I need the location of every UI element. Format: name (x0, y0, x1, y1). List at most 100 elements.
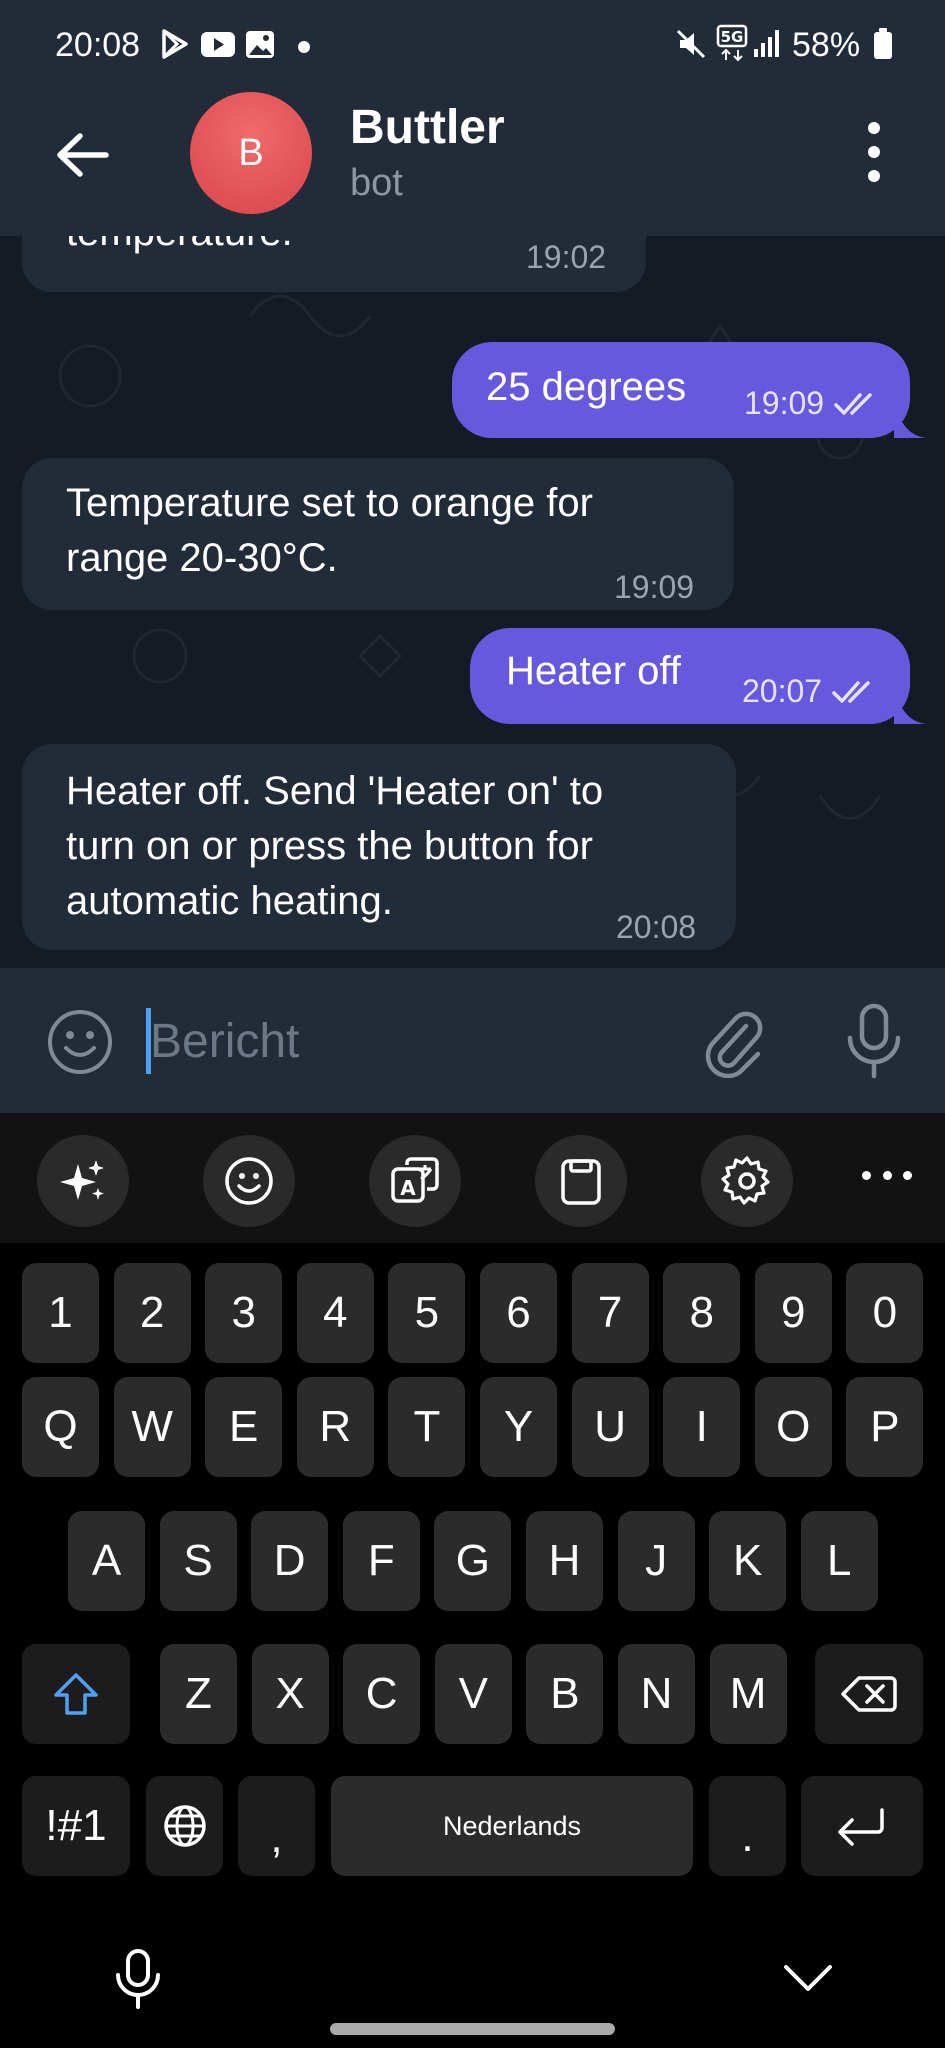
key-w[interactable]: W (113, 1377, 191, 1477)
symbols-key[interactable]: !#1 (22, 1776, 130, 1876)
message-incoming[interactable]: Temperature set to orange for range 20-3… (22, 458, 734, 610)
key-j[interactable]: J (617, 1511, 695, 1611)
key-x[interactable]: X (251, 1644, 329, 1744)
key-z[interactable]: Z (160, 1644, 237, 1744)
enter-key[interactable] (801, 1776, 923, 1876)
emoji-keyboard-button[interactable] (203, 1135, 295, 1227)
key-n[interactable]: N (618, 1644, 695, 1744)
gallery-icon (244, 27, 276, 66)
emoji-icon (225, 1157, 273, 1205)
key-q[interactable]: Q (22, 1377, 99, 1477)
key-1[interactable]: 1 (22, 1263, 99, 1363)
key-0[interactable]: 0 (846, 1263, 924, 1363)
clipboard-button[interactable] (535, 1135, 627, 1227)
keyboard-settings-button[interactable] (701, 1135, 793, 1227)
space-key[interactable]: Nederlands (331, 1776, 693, 1876)
keyboard-toolbar: A (0, 1113, 945, 1243)
clipboard-icon (561, 1159, 601, 1205)
key-b[interactable]: B (526, 1644, 604, 1744)
message-incoming[interactable]: Heater off. Send 'Heater on' to turn on … (22, 744, 736, 950)
key-y[interactable]: Y (480, 1377, 557, 1477)
key-p[interactable]: P (846, 1377, 924, 1477)
shift-key[interactable] (22, 1644, 130, 1744)
language-key[interactable] (146, 1776, 223, 1876)
key-f[interactable]: F (342, 1511, 420, 1611)
message-outgoing[interactable]: Heater off 20:07 (470, 628, 910, 724)
key-l[interactable]: L (800, 1511, 878, 1611)
network-5g-icon: 5G (716, 24, 750, 69)
translate-button[interactable]: A (369, 1135, 461, 1227)
key-5[interactable]: 5 (388, 1263, 466, 1363)
chat-title[interactable]: Buttler (350, 100, 505, 155)
period-key[interactable]: . (709, 1776, 786, 1876)
dot (868, 170, 880, 182)
key-t[interactable]: T (388, 1377, 466, 1477)
dot (868, 146, 880, 158)
youtube-icon (200, 27, 236, 66)
emoji-button[interactable] (44, 1006, 116, 1078)
message-outgoing[interactable]: 25 degrees 19:09 (452, 342, 910, 438)
key-r[interactable]: R (296, 1377, 374, 1477)
chevron-down-icon (784, 1965, 832, 1991)
svg-text:5G: 5G (721, 28, 744, 46)
paperclip-icon (705, 1011, 763, 1078)
key-a[interactable]: A (68, 1511, 145, 1611)
microphone-icon (116, 1949, 160, 2009)
key-u[interactable]: U (571, 1377, 649, 1477)
key-g[interactable]: G (434, 1511, 512, 1611)
key-6[interactable]: 6 (480, 1263, 557, 1363)
top-bar: 20:08 5G 58% B Buttler bot (0, 0, 945, 236)
message-time: 20:08 (616, 909, 697, 945)
key-e[interactable]: E (205, 1377, 283, 1477)
signal-icon (752, 27, 782, 66)
message-meta: 20:07 (742, 664, 882, 719)
more-options-button[interactable] (862, 122, 886, 182)
key-d[interactable]: D (251, 1511, 329, 1611)
message-meta: 19:09 (744, 376, 884, 431)
key-k[interactable]: K (709, 1511, 787, 1611)
chat-header: B Buttler bot (0, 92, 945, 236)
key-9[interactable]: 9 (754, 1263, 832, 1363)
chat-subtitle: bot (350, 162, 403, 204)
avatar[interactable]: B (190, 92, 312, 214)
voice-message-button[interactable] (842, 1002, 906, 1082)
ai-tools-button[interactable] (37, 1135, 129, 1227)
hide-keyboard-button[interactable] (780, 1959, 836, 1999)
message-time: 19:09 (614, 569, 695, 605)
message-time: 20:07 (742, 673, 823, 709)
battery-icon (872, 27, 894, 66)
attach-button[interactable] (700, 1002, 766, 1078)
key-8[interactable]: 8 (663, 1263, 741, 1363)
key-7[interactable]: 7 (571, 1263, 649, 1363)
message-list[interactable]: temperature. 19:02 25 degrees 19:09 Temp… (0, 236, 945, 968)
key-s[interactable]: S (159, 1511, 237, 1611)
bubble-tail (894, 404, 926, 438)
message-input[interactable] (150, 1008, 670, 1074)
message-incoming[interactable]: temperature. 19:02 (22, 236, 646, 292)
key-4[interactable]: 4 (296, 1263, 374, 1363)
key-2[interactable]: 2 (113, 1263, 191, 1363)
comma-label: , (270, 1813, 283, 1862)
comma-key[interactable]: , (238, 1776, 315, 1876)
key-c[interactable]: C (343, 1644, 421, 1744)
settings-icon (721, 1156, 770, 1205)
voice-input-button[interactable] (110, 1947, 166, 2011)
message-text: Heater off (506, 649, 681, 693)
dot (882, 1171, 892, 1180)
key-h[interactable]: H (526, 1511, 603, 1611)
back-button[interactable] (48, 120, 118, 190)
backspace-key[interactable] (815, 1644, 923, 1744)
key-3[interactable]: 3 (205, 1263, 283, 1363)
home-indicator[interactable] (330, 2023, 615, 2035)
key-i[interactable]: I (663, 1377, 741, 1477)
avatar-letter: B (238, 131, 264, 174)
key-v[interactable]: V (434, 1644, 512, 1744)
svg-text:A: A (400, 1176, 416, 1200)
emoji-icon (48, 1010, 112, 1074)
key-o[interactable]: O (754, 1377, 832, 1477)
key-m[interactable]: M (709, 1644, 787, 1744)
sparkle-ai-icon (60, 1160, 104, 1200)
shift-arrow-icon (54, 1673, 98, 1715)
toolbar-more-button[interactable] (862, 1171, 912, 1185)
period-label: . (741, 1812, 754, 1861)
